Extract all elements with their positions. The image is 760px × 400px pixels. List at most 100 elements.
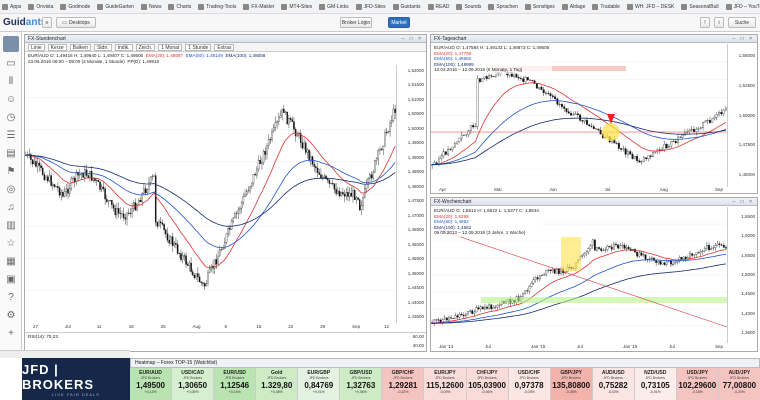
heatmap-cell[interactable]: USD/JPY JFD Brokers 102,29600 -0,18% [676,368,718,400]
bookmark-item[interactable]: Ablage [561,3,585,10]
search-button[interactable]: Suche [728,17,756,28]
bookmark-item[interactable]: MT4-Sites [281,3,312,10]
candle-body [697,128,700,130]
heatmap-cell[interactable]: EUR/GBP JFD Brokers 0,84769 +0,01% [298,368,340,400]
window-controls-icon[interactable]: – □ × [733,198,758,205]
candle-body [448,317,450,321]
candle-body [82,173,84,178]
bookmark-item[interactable]: Charts [168,3,191,10]
monitor-icon[interactable]: ▭ [5,58,17,70]
clock-icon[interactable]: ◷ [5,112,17,124]
candle-body [106,198,108,202]
bookmark-label: Godmode [68,3,91,10]
bookmark-item[interactable]: READ [427,3,449,10]
candle-body [452,318,455,319]
info-icon[interactable]: i [714,17,724,28]
candle-body [591,239,594,246]
help-icon[interactable]: ? [5,292,17,304]
bookmark-item[interactable]: News [140,3,161,10]
heatmap-cell[interactable]: EUR/JPY JFD Brokers 115,12600 -0,05% [424,368,466,400]
bookmark-label: WH: JFD – DESK [634,3,675,10]
heatmap-cell[interactable]: AUD/JPY JFD Brokers 77,00800 -0,20% [718,368,760,400]
chart-tool-button[interactable]: 1 Stunde [185,43,212,51]
bookmark-item[interactable]: GM-Links [319,3,349,10]
bookmark-item[interactable]: Guidants [392,3,421,10]
compass-icon[interactable]: ◎ [5,184,17,196]
chart-tool-button[interactable]: Linie [28,43,45,51]
heatmap-cell[interactable]: GBP/JPY JFD Brokers 135,80800 -0,25% [550,368,592,400]
candle-body [465,134,468,136]
heatmap-cell[interactable]: Gold JFD Brokers 1.329,80 +0,08% [256,368,298,400]
candle-body [252,174,255,184]
bookmark-item[interactable]: Godmode [60,3,91,10]
heatmap-cell[interactable]: EUR/USD JFD Brokers 1,12546 +0,14% [214,368,256,400]
bookmark-item[interactable]: Sprachen [488,3,518,10]
bookmark-item[interactable]: JFD – YouTube [725,3,760,10]
chart-tool-button[interactable]: 1 Monat [158,43,183,51]
camera-icon[interactable]: ▣ [5,274,17,286]
heatmap-cell[interactable]: AUD/USD JFD Brokers 0,75282 -0,02% [592,368,634,400]
heatmap-cell[interactable]: CHF/JPY JFD Brokers 105,03900 -0,06% [466,368,508,400]
grid-icon[interactable]: ▦ [5,256,17,268]
heatmap-cell[interactable]: GBP/USD JFD Brokers 1,32763 +0,06% [340,368,382,400]
flag-icon[interactable]: ⚑ [5,166,17,178]
heatmap-cell[interactable]: USD/CAD JFD Brokers 1,30650 +0,05% [172,368,214,400]
bookmark-item[interactable]: SeasonalBull [681,3,719,10]
broker-login-button[interactable]: Broker Login [340,17,372,28]
bookmark-item[interactable]: Onvista [28,3,53,10]
bookmark-item[interactable]: Sounds [456,3,481,10]
window-controls-icon[interactable]: – □ × [733,35,758,42]
hourly-plot-area[interactable]: 1,52000 1,51500 1,51000 1,50500 1,50000 1,495… [25,65,426,323]
bookmark-item[interactable]: FX-Makler [243,3,274,10]
bookmark-item[interactable]: GuideGarten [97,3,134,10]
candle-body [193,275,196,278]
bell-icon[interactable]: ♫ [5,202,17,214]
heatmap-cell[interactable]: NZD/USD JFD Brokers 0,73105 -0,01% [634,368,676,400]
bookmark-item[interactable]: JFD-Sites [355,3,386,10]
avatar[interactable] [3,36,19,52]
candle-body [151,176,154,178]
person-icon[interactable]: ☺ [5,94,17,106]
chart-tool-button[interactable]: Stdn. [93,43,112,51]
chart-tool-button[interactable]: Extras [214,43,235,51]
note-icon[interactable]: ▤ [5,148,17,160]
watchlist-icon[interactable]: ☰ [5,130,17,142]
bookmark-item[interactable]: Trading-Tools [198,3,236,10]
hourly-ohlc: EUR/AUD O: 1,49416 H: 1,49640 L: 1,49407… [28,53,144,58]
bookmark-item[interactable]: Apps [2,3,21,10]
bookmark-icon [488,3,495,10]
chart-tool-button[interactable]: Kerze [47,43,67,51]
x-tick-label: Sep [352,324,361,329]
heatmap-cell[interactable]: GBP/CHF JFD Brokers 1,29281 -0,22% [382,368,424,400]
chart-tool-button[interactable]: Zeich. [135,43,156,51]
star-icon[interactable]: ☆ [5,238,17,250]
heatmap-cell[interactable]: EUR/AUD JFD Brokers 1,49500 +0,12% [130,368,172,400]
plus-icon[interactable]: + [5,328,17,340]
candle-body [536,277,539,280]
heatmap-cell[interactable]: USD/CHF JFD Brokers 0,97378 -0,03% [508,368,550,400]
bookmark-item[interactable]: Sonstiges [524,3,555,10]
alert-icon[interactable]: ! [700,17,710,28]
guidants-logo[interactable]: Guidants [3,17,46,28]
bookmark-icon [198,3,205,10]
menu-button[interactable]: ≡ [42,17,52,28]
jfd-brokers-logo[interactable]: JFD | BROKERS LIVE FAIR DEALS [22,358,130,400]
bookmark-item[interactable]: WH: JFD – DESK [626,3,675,10]
chart-icon[interactable]: ⫴ [5,76,17,88]
newspaper-icon[interactable]: ▥ [5,220,17,232]
candle-body [484,306,486,310]
window-controls-icon[interactable]: – □ × [402,35,427,42]
chart-tool-button[interactable]: Indik. [114,43,133,51]
bookmark-item[interactable]: Tradable [592,3,620,10]
candle-body [543,274,546,276]
chart-tool-button[interactable]: Balken [69,43,91,51]
market-button[interactable]: Market [388,17,410,28]
settings-icon[interactable]: ⚙ [5,310,17,322]
candle-body [619,245,622,249]
candle-body [547,269,550,271]
heatmap-source: JFD Brokers [687,376,708,380]
weekly-chart-titlebar: FX-Wochenchart – □ × [431,198,757,206]
desktops-button[interactable]: ▭ Desktops [56,17,96,28]
candle-body [183,255,186,257]
candle-body [158,221,160,227]
